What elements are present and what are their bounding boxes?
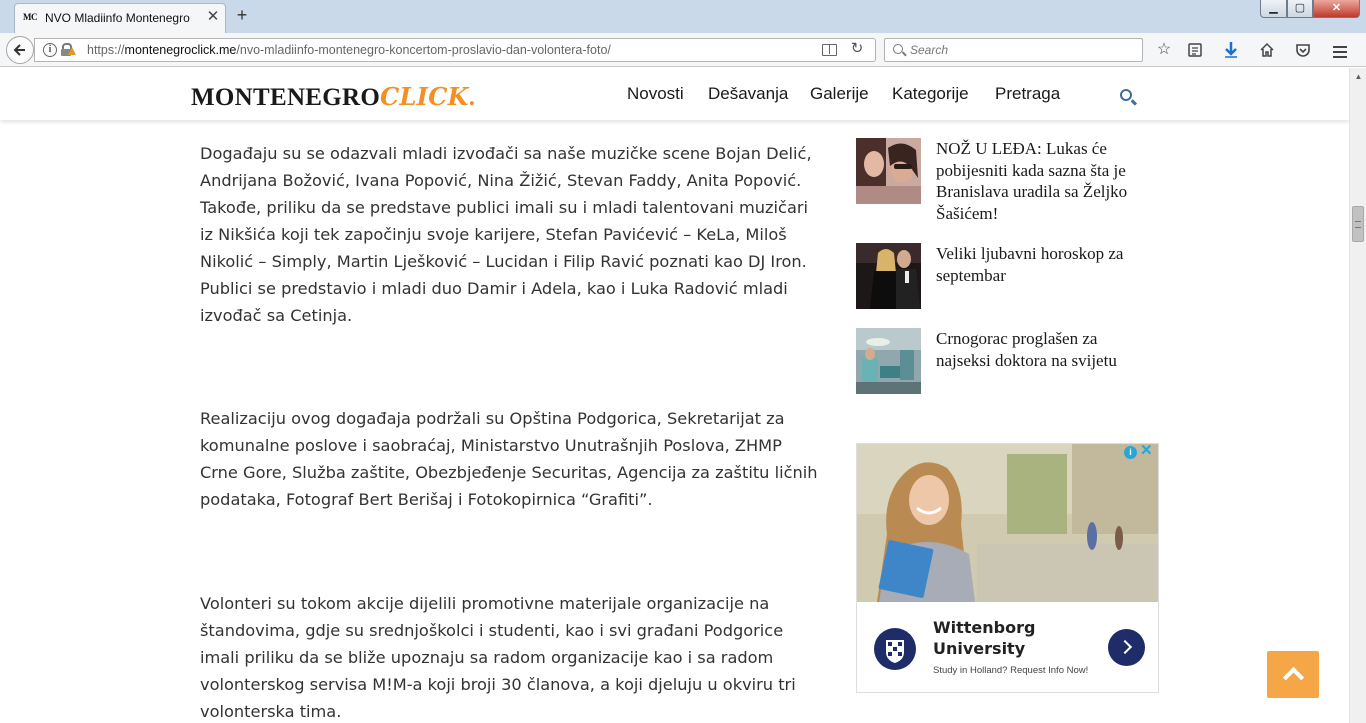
article-paragraph: Događaju su se odazvali mladi izvođači s… xyxy=(200,144,812,325)
browser-navigation-bar: i https://montenegroclick.me/nvo-mladiin… xyxy=(0,33,1366,67)
article-paragraph: Volonteri su tokom akcije dijelili promo… xyxy=(200,594,796,721)
article-paragraph: Realizaciju ovog događaja podržali su Op… xyxy=(200,409,818,509)
ad-next-arrow-icon[interactable] xyxy=(1108,629,1145,666)
window-maximize-button[interactable]: ▢ xyxy=(1287,0,1313,18)
reload-icon[interactable]: ↻ xyxy=(849,41,865,57)
nav-item-desavanja[interactable]: Dešavanja xyxy=(708,84,788,104)
university-crest-icon xyxy=(874,628,916,670)
tab-title: NVO Mladiinfo Montenegro xyxy=(45,11,190,25)
ad-advertiser-name[interactable]: Wittenborg University xyxy=(933,617,1053,659)
nav-item-galerije[interactable]: Galerije xyxy=(810,84,869,104)
browser-tab-bar: MC NVO Mladiinfo Montenegro ✕ + ▁ ▢ ✕ xyxy=(0,0,1366,33)
clipboard-icon xyxy=(1188,43,1202,57)
two-women-photo xyxy=(856,138,921,204)
url-path: /nvo-mladiinfo-montenegro-koncertom-pros… xyxy=(236,43,611,57)
couple-red-carpet-photo xyxy=(856,243,921,309)
operating-room-photo xyxy=(856,328,921,394)
sidebar-advertisement[interactable]: i ✕ Wittenborg University Study in Holla… xyxy=(856,443,1159,693)
related-post[interactable]: NOŽ U LEĐA: Lukas će pobijesniti kada sa… xyxy=(856,138,1166,223)
url-text[interactable]: https://montenegroclick.me/nvo-mladiinfo… xyxy=(87,43,611,57)
site-info-icon[interactable]: i xyxy=(43,43,57,57)
smiling-student-photo xyxy=(857,444,1158,602)
page-viewport: MONTENEGROCLICK. Novosti Dešavanja Galer… xyxy=(0,68,1349,723)
back-button[interactable] xyxy=(6,36,34,64)
bookmark-star-icon[interactable]: ☆ xyxy=(1154,40,1174,60)
pocket-shield-icon xyxy=(1296,44,1310,57)
related-post[interactable]: Veliki ljubavni horoskop za septembar xyxy=(856,243,1166,309)
related-post-thumbnail[interactable] xyxy=(856,138,921,204)
url-scheme: https:// xyxy=(87,43,125,57)
crest-shield-icon xyxy=(886,640,904,663)
site-search-icon[interactable] xyxy=(1120,89,1132,101)
scroll-up-arrow-icon[interactable]: ▲ xyxy=(1350,68,1366,85)
scrollbar-thumb[interactable] xyxy=(1352,206,1364,242)
search-icon xyxy=(893,44,903,54)
ad-tagline[interactable]: Study in Holland? Request Info Now! xyxy=(933,665,1088,676)
related-post-title[interactable]: Crnogorac proglašen za najseksi doktora … xyxy=(936,328,1151,371)
nav-item-novosti[interactable]: Novosti xyxy=(627,84,684,104)
pocket-icon[interactable] xyxy=(1293,40,1313,60)
home-icon[interactable] xyxy=(1257,40,1277,60)
window-close-button[interactable]: ✕ xyxy=(1313,0,1360,18)
site-header: MONTENEGROCLICK. Novosti Dešavanja Galer… xyxy=(0,68,1349,120)
page-scrollbar[interactable]: ▲ xyxy=(1349,68,1366,723)
ad-choices[interactable]: i ✕ xyxy=(1124,444,1154,460)
nav-item-pretraga[interactable]: Pretraga xyxy=(995,84,1060,104)
hamburger-menu-icon[interactable] xyxy=(1330,43,1350,63)
logo-accent-text: CLICK xyxy=(380,82,469,111)
browser-tab[interactable]: MC NVO Mladiinfo Montenegro ✕ xyxy=(14,3,226,33)
reader-view-icon[interactable] xyxy=(822,44,837,56)
related-post-title[interactable]: Veliki ljubavni horoskop za septembar xyxy=(936,243,1151,286)
related-post-title[interactable]: NOŽ U LEĐA: Lukas će pobijesniti kada sa… xyxy=(936,138,1151,224)
nav-item-kategorije[interactable]: Kategorije xyxy=(892,84,969,104)
url-domain: montenegroclick.me xyxy=(124,43,237,57)
home-house-icon xyxy=(1260,42,1274,57)
reading-list-icon[interactable] xyxy=(1185,40,1205,60)
download-arrow-icon xyxy=(1225,42,1237,58)
back-to-top-button[interactable] xyxy=(1267,651,1319,698)
related-post[interactable]: Crnogorac proglašen za najseksi doktora … xyxy=(856,328,1166,394)
mixed-content-warning-icon xyxy=(68,47,76,55)
logo-dot: . xyxy=(468,84,476,111)
related-post-thumbnail[interactable] xyxy=(856,243,921,309)
tab-close-icon[interactable]: ✕ xyxy=(205,9,221,25)
logo-text: MONTENEGRO xyxy=(191,84,381,111)
address-bar[interactable]: i https://montenegroclick.me/nvo-mladiin… xyxy=(34,38,876,62)
site-logo[interactable]: MONTENEGROCLICK. xyxy=(191,82,475,112)
ad-close-icon[interactable]: ✕ xyxy=(1140,444,1153,458)
ad-photo[interactable] xyxy=(857,444,1158,602)
search-placeholder: Search xyxy=(910,43,949,57)
window-minimize-button[interactable]: ▁ xyxy=(1260,0,1287,18)
site-favicon-icon: MC xyxy=(23,12,38,22)
downloads-icon[interactable] xyxy=(1221,40,1241,60)
related-post-thumbnail[interactable] xyxy=(856,328,921,394)
ad-info-icon[interactable]: i xyxy=(1124,446,1137,459)
new-tab-button[interactable]: + xyxy=(232,5,252,25)
browser-search-input[interactable]: Search xyxy=(884,38,1143,62)
back-arrow-icon xyxy=(13,44,25,56)
